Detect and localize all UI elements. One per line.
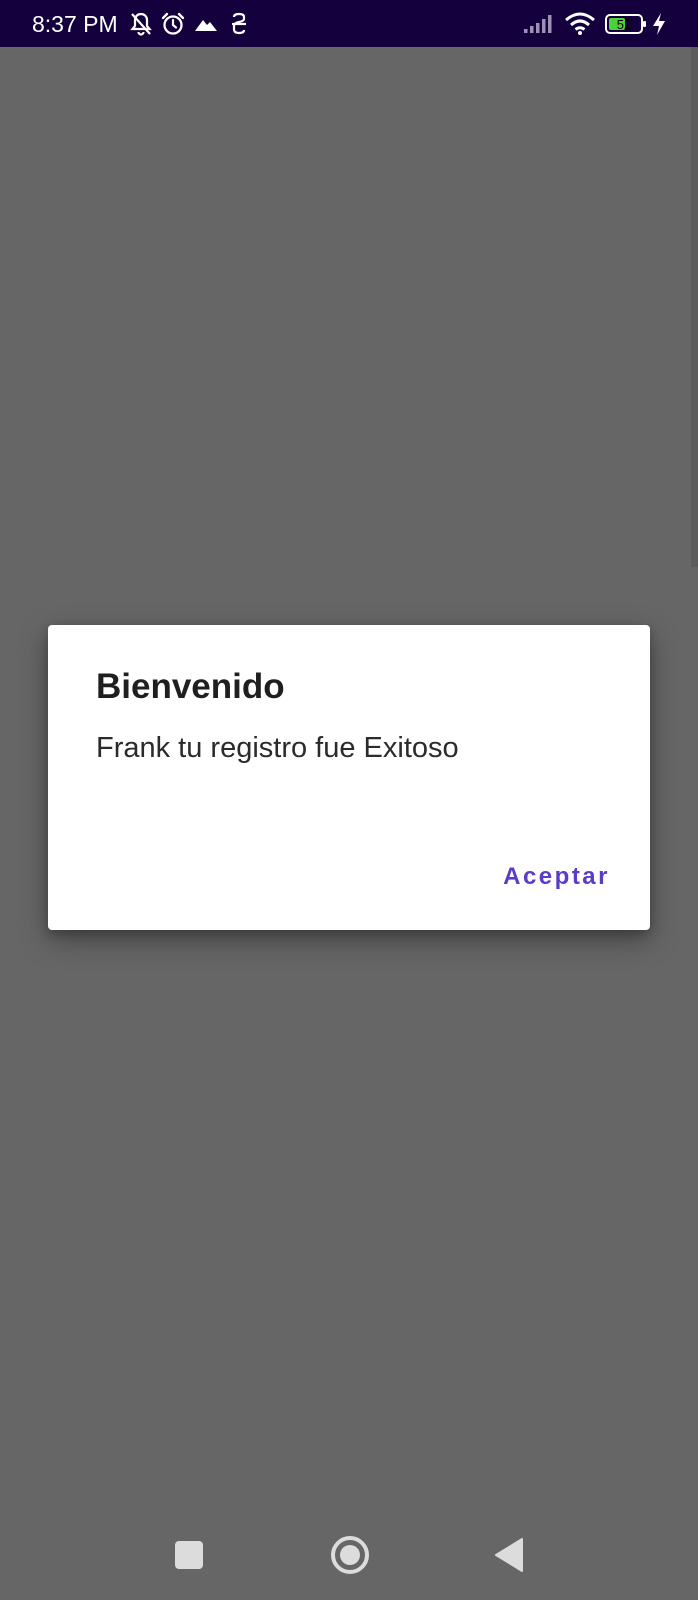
home-button[interactable] — [325, 1530, 375, 1580]
signal-icon — [524, 15, 552, 33]
alert-dialog: Bienvenido Frank tu registro fue Exitoso… — [48, 625, 650, 930]
vpn-key-icon — [232, 12, 246, 35]
recents-button[interactable] — [164, 1530, 214, 1580]
scrollbar — [691, 47, 698, 567]
mountain-icon — [195, 20, 217, 31]
status-time: 8:37 PM — [32, 11, 118, 37]
accept-button[interactable]: Aceptar — [487, 857, 626, 897]
notifications-off-icon — [130, 12, 152, 36]
wifi-icon — [565, 12, 595, 35]
charging-icon — [653, 13, 665, 35]
dialog-message: Frank tu registro fue Exitoso — [96, 732, 459, 764]
back-button[interactable] — [486, 1530, 536, 1580]
battery-level-text: 52 — [617, 17, 631, 32]
dialog-title: Bienvenido — [96, 667, 285, 706]
alarm-icon — [161, 12, 185, 35]
status-bar: 8:37 PM 52 — [0, 0, 698, 47]
battery-icon: 52 — [605, 14, 646, 34]
